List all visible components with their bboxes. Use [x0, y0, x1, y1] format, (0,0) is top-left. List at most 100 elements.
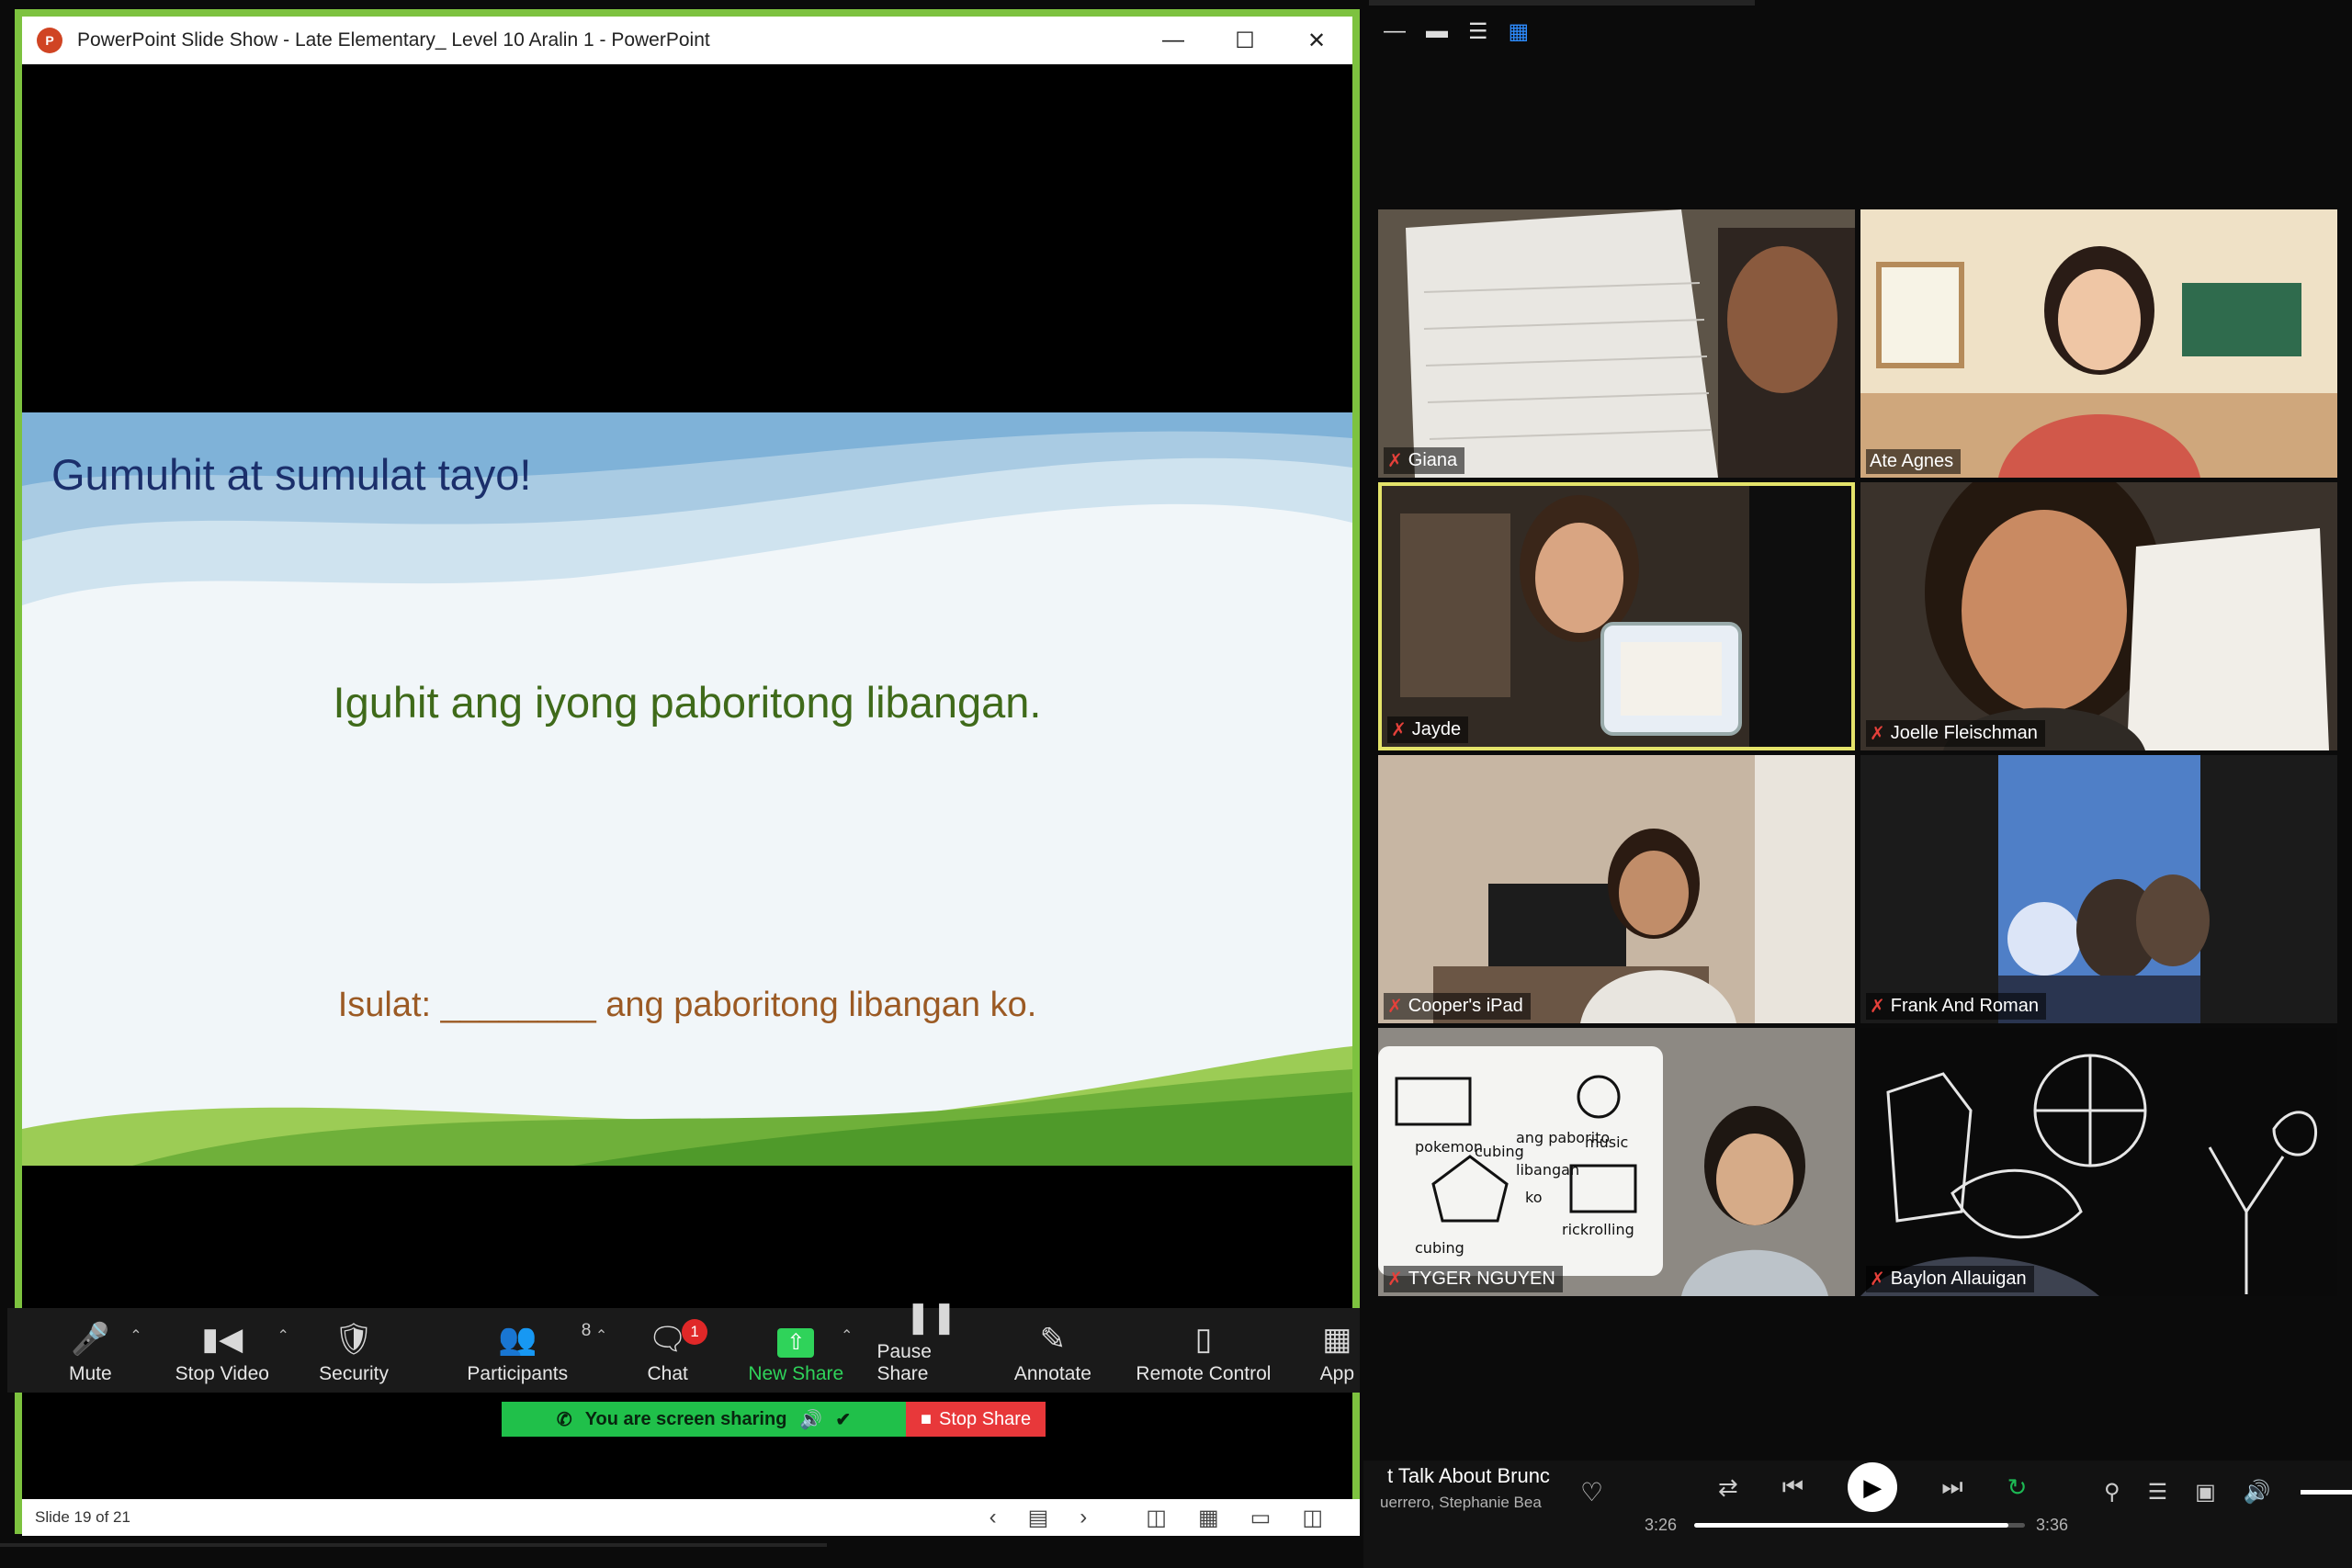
- participant-video: [1860, 482, 2337, 750]
- remote-control-button[interactable]: ▯ Remote Control: [1131, 1308, 1276, 1393]
- play-button[interactable]: ▶: [1848, 1462, 1898, 1512]
- participant-tile[interactable]: ✗ Giana: [1378, 209, 1855, 478]
- chevron-down-icon[interactable]: ⌃: [130, 1326, 141, 1345]
- participant-video: [1378, 755, 1855, 1023]
- pause-icon: ❚❚: [905, 1300, 958, 1335]
- speaker-icon: 🔊: [799, 1409, 823, 1430]
- chevron-down-icon[interactable]: ⌃: [841, 1326, 853, 1345]
- microphone-icon: 🎤: [71, 1322, 110, 1357]
- participant-tile[interactable]: ✗ Frank And Roman: [1860, 755, 2337, 1023]
- shuffle-icon[interactable]: ⇄: [1718, 1473, 1738, 1502]
- window-controls: — ☐ ✕: [1137, 17, 1352, 64]
- annotate-button[interactable]: ✎ Annotate: [1008, 1308, 1099, 1393]
- participant-name: Baylon Allauigan: [1890, 1269, 2027, 1289]
- next-track-icon[interactable]: ⏭: [1941, 1472, 1962, 1502]
- connect-device-icon[interactable]: ▣: [2195, 1479, 2216, 1506]
- participant-name: Cooper's iPad: [1408, 996, 1523, 1016]
- minimize-button[interactable]: —: [1137, 17, 1209, 64]
- grid-view-icon[interactable]: ▦: [1198, 1505, 1219, 1531]
- apps-icon: ▦: [1322, 1322, 1352, 1357]
- maximize-button[interactable]: ☐: [1209, 17, 1281, 64]
- participant-video: [1860, 209, 2337, 478]
- stop-share-button[interactable]: ■ Stop Share: [906, 1402, 1046, 1437]
- minimize-video-icon[interactable]: —: [1384, 18, 1406, 45]
- participants-label: Participants: [467, 1363, 569, 1384]
- participant-name: Frank And Roman: [1890, 996, 2039, 1016]
- slide-prompt: Iguhit ang iyong paboritong libangan.: [333, 678, 1042, 727]
- share-screen-icon: ⇧: [777, 1328, 815, 1358]
- drawing-label: rickrolling: [1562, 1221, 1634, 1238]
- chat-button[interactable]: 🗨 Chat 1: [631, 1308, 708, 1393]
- powerpoint-window: P PowerPoint Slide Show - Late Elementar…: [15, 9, 1360, 1534]
- slideshow-controls: ‹ ▤ › ◫ ▦ ▭ ◫: [989, 1505, 1323, 1531]
- normal-view-icon[interactable]: ◫: [1146, 1505, 1167, 1531]
- apps-button[interactable]: ▦ App: [1315, 1308, 1360, 1393]
- mouse-icon: ▯: [1194, 1322, 1213, 1357]
- pause-share-button[interactable]: ❚❚ Pause Share: [876, 1300, 985, 1393]
- powerpoint-logo-icon: P: [37, 28, 62, 53]
- participant-tile[interactable]: pokemon music cubing ang paborito libang…: [1378, 1028, 1855, 1296]
- speaker-view-icon[interactable]: ▬: [1426, 18, 1448, 45]
- close-button[interactable]: ✕: [1281, 17, 1352, 64]
- window-title: PowerPoint Slide Show - Late Elementary_…: [77, 29, 710, 51]
- apps-label: App: [1319, 1363, 1355, 1384]
- slide-sorter-icon[interactable]: ▤: [1028, 1505, 1049, 1531]
- playback-progress-bar[interactable]: [1694, 1523, 2025, 1528]
- background-streak: [0, 1543, 827, 1547]
- phone-icon: ✆: [556, 1409, 572, 1430]
- participant-name: Giana: [1408, 450, 1458, 470]
- chevron-down-icon[interactable]: ⌃: [277, 1326, 289, 1345]
- microphone-lyrics-icon[interactable]: ⚲: [2104, 1479, 2120, 1506]
- participant-name-tag: ✗ Cooper's iPad: [1384, 993, 1531, 1020]
- volume-icon[interactable]: 🔊: [2244, 1479, 2271, 1506]
- slide-write-line: Isulat: ________ ang paboritong libangan…: [337, 986, 1037, 1024]
- participant-video: [1378, 209, 1855, 478]
- progress-fill: [1694, 1523, 2008, 1528]
- mute-button[interactable]: 🎤 Mute ⌃: [51, 1308, 142, 1393]
- stop-video-button[interactable]: ▮◀ Stop Video ⌃: [168, 1308, 289, 1393]
- song-title[interactable]: t Talk About Brunc: [1387, 1464, 1550, 1488]
- muted-mic-icon: ✗: [1870, 1269, 1885, 1290]
- new-share-button[interactable]: ⇧ New Share ⌃: [746, 1308, 853, 1393]
- player-extra-controls: ⚲ ☰ ▣ 🔊: [2104, 1479, 2271, 1506]
- participant-name: TYGER NGUYEN: [1408, 1269, 1555, 1289]
- drawing-label: ang paborito: [1516, 1129, 1610, 1146]
- participant-tile[interactable]: ✗ Joelle Fleischman: [1860, 482, 2337, 750]
- gallery-grid-icon[interactable]: ▦: [1509, 18, 1530, 45]
- music-player: t Talk About Brunc uerrero, Stephanie Be…: [1363, 1461, 2352, 1568]
- participant-tile[interactable]: ✗ Baylon Allauigan: [1860, 1028, 2337, 1296]
- chevron-down-icon[interactable]: ⌃: [595, 1326, 607, 1345]
- slide-background-art: [22, 412, 1352, 1166]
- participant-name-tag: ✗ Giana: [1384, 447, 1465, 474]
- gallery-view-controls: — ▬ ☰ ▦: [1384, 18, 1529, 45]
- muted-mic-icon: ✗: [1387, 1269, 1403, 1290]
- participant-tile[interactable]: ✗ Cooper's iPad: [1378, 755, 1855, 1023]
- chat-unread-badge: 1: [682, 1319, 708, 1345]
- strip-view-icon[interactable]: ☰: [1468, 18, 1488, 45]
- security-button[interactable]: 🛡 Security: [304, 1308, 403, 1393]
- total-time: 3:36: [2036, 1516, 2069, 1534]
- stop-share-label: Stop Share: [939, 1408, 1032, 1429]
- song-artist[interactable]: uerrero, Stephanie Bea: [1380, 1494, 1542, 1512]
- presenter-view-icon[interactable]: ◫: [1302, 1505, 1323, 1531]
- participant-tile[interactable]: Ate Agnes: [1860, 209, 2337, 478]
- shield-icon: 🛡: [334, 1322, 374, 1357]
- volume-slider[interactable]: [2301, 1490, 2352, 1495]
- previous-track-icon[interactable]: ⏮: [1782, 1472, 1804, 1502]
- queue-icon[interactable]: ☰: [2148, 1479, 2168, 1506]
- muted-mic-icon: ✗: [1870, 724, 1885, 744]
- heart-icon[interactable]: ♡: [1580, 1477, 1603, 1507]
- participant-video: [1860, 1028, 2337, 1296]
- slide-title: Gumuhit at sumulat tayo!: [51, 450, 532, 499]
- shield-check-icon: ✔: [835, 1409, 852, 1430]
- screen-sharing-banner[interactable]: ✆ You are screen sharing 🔊 ✔: [502, 1402, 906, 1437]
- chat-label: Chat: [647, 1363, 688, 1384]
- drawing-label: ko: [1525, 1189, 1542, 1206]
- repeat-icon[interactable]: ↻: [2007, 1473, 2028, 1502]
- next-slide-icon[interactable]: ›: [1080, 1505, 1087, 1531]
- participants-button[interactable]: 👥 Participants 8 ⌃: [458, 1308, 607, 1393]
- reading-view-icon[interactable]: ▭: [1250, 1505, 1272, 1531]
- screen-sharing-text: You are screen sharing: [584, 1408, 787, 1429]
- participant-tile-active[interactable]: ✗ Jayde: [1378, 482, 1855, 750]
- previous-slide-icon[interactable]: ‹: [989, 1505, 997, 1531]
